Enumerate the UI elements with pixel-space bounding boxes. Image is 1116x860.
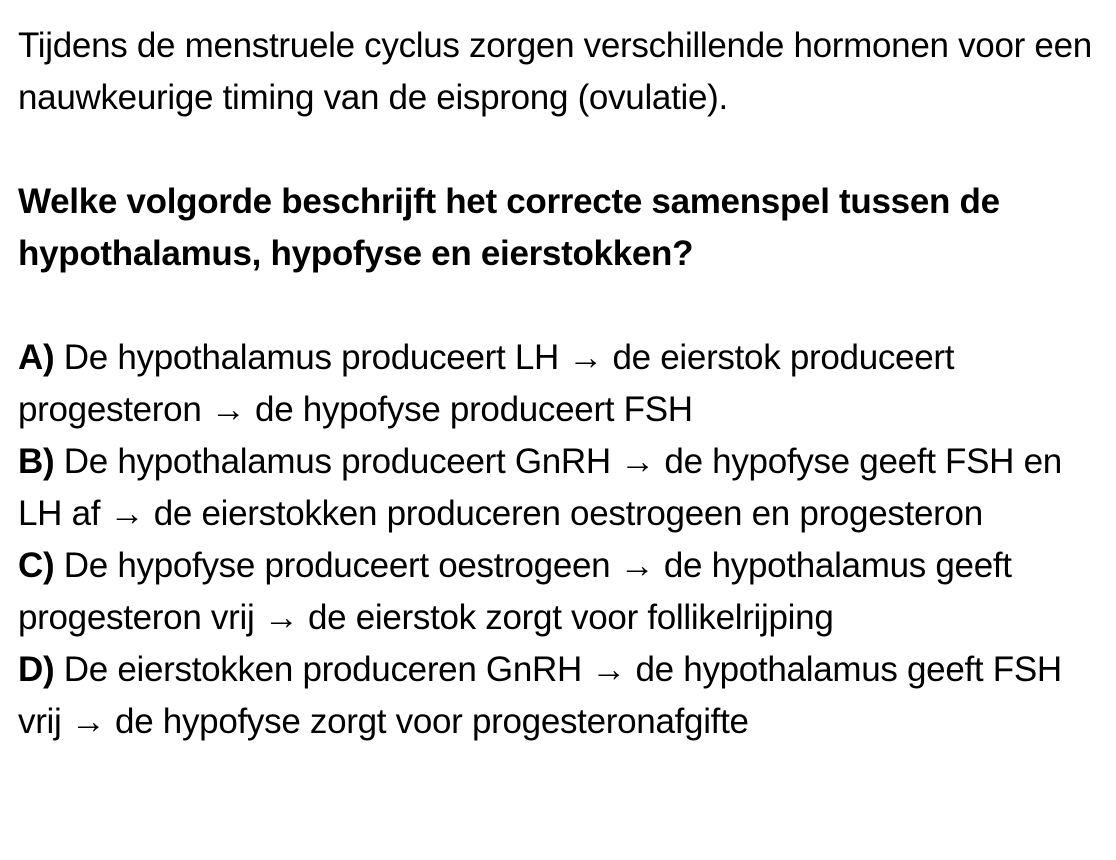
option-a-letter: A) xyxy=(18,338,55,377)
option-b: B) De hypothalamus produceert GnRH → de … xyxy=(18,436,1108,540)
option-c-text: De hypofyse produceert oestrogeen → de h… xyxy=(18,546,1012,637)
option-d-text: De eierstokken produceren GnRH → de hypo… xyxy=(18,650,1062,741)
intro-text: Tijdens de menstruele cyclus zorgen vers… xyxy=(18,26,1092,117)
option-a: A) De hypothalamus produceert LH → de ei… xyxy=(18,332,1108,436)
answer-options: A) De hypothalamus produceert LH → de ei… xyxy=(18,332,1108,748)
question-document: Tijdens de menstruele cyclus zorgen vers… xyxy=(18,20,1108,748)
option-b-letter: B) xyxy=(18,442,55,481)
option-c: C) De hypofyse produceert oestrogeen → d… xyxy=(18,540,1108,644)
option-a-text: De hypothalamus produceert LH → de eiers… xyxy=(18,338,955,429)
option-d: D) De eierstokken produceren GnRH → de h… xyxy=(18,644,1108,748)
option-d-letter: D) xyxy=(18,650,55,689)
question-text: Welke volgorde beschrijft het correcte s… xyxy=(18,182,1000,273)
option-c-letter: C) xyxy=(18,546,55,585)
option-b-text: De hypothalamus produceert GnRH → de hyp… xyxy=(18,442,1062,533)
